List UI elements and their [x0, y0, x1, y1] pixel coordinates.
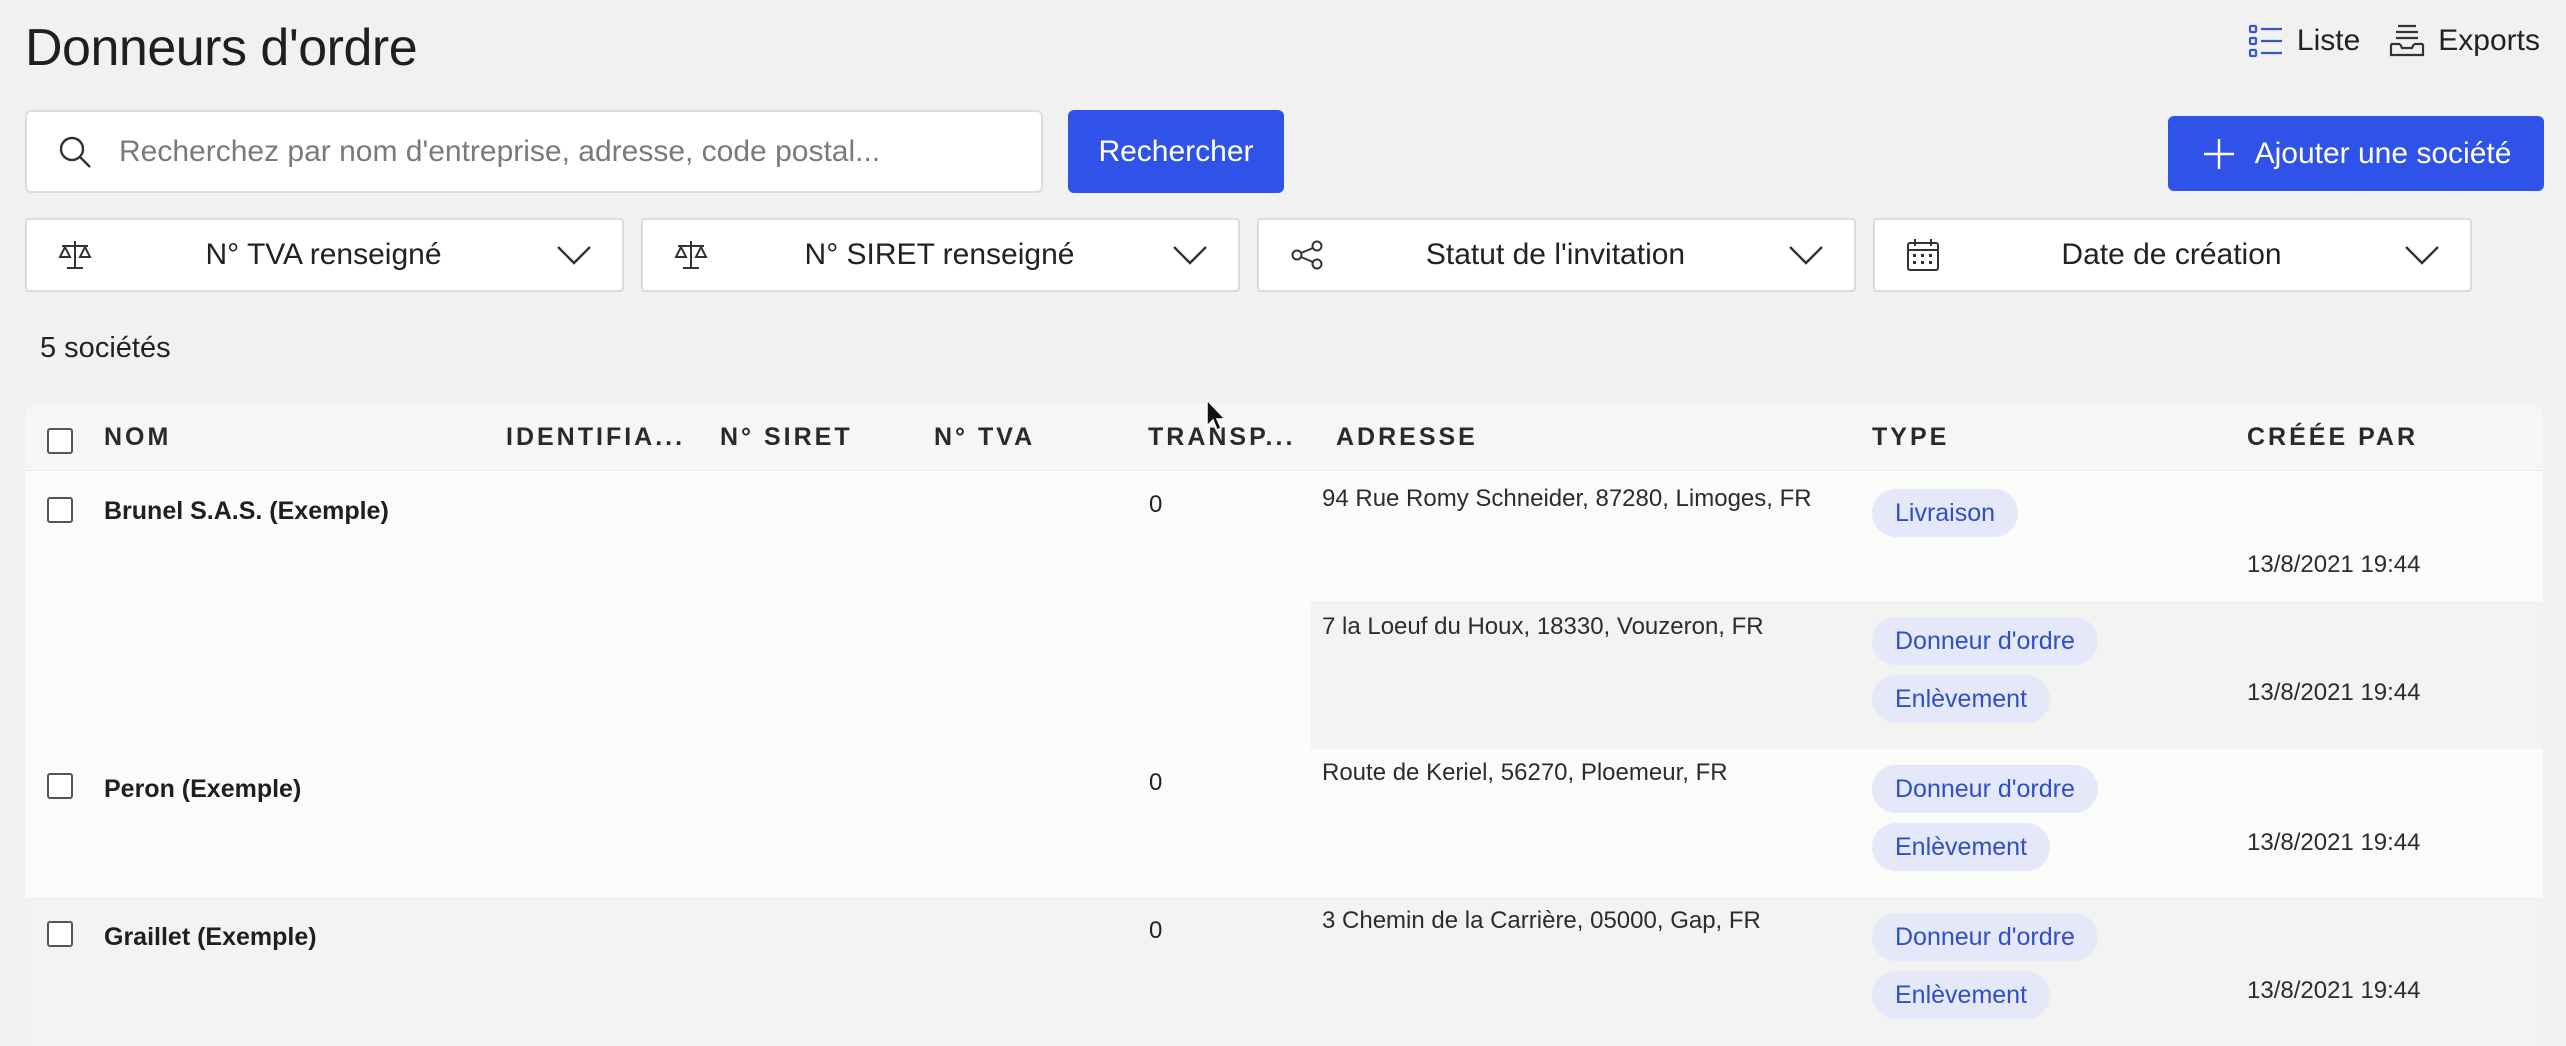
- type-badge: Donneur d'ordre: [1872, 765, 2098, 813]
- created-date: 13/8/2021 19:44: [2247, 977, 2421, 1004]
- scale-icon: [674, 241, 708, 269]
- created-date: 13/8/2021 19:44: [2247, 829, 2421, 856]
- filter-tva[interactable]: N° TVA renseigné: [25, 218, 624, 292]
- page-title: Donneurs d'ordre: [25, 19, 418, 77]
- address-text: 94 Rue Romy Schneider, 87280, Limoges, F…: [1322, 485, 1812, 512]
- search-icon: [59, 136, 91, 168]
- column-header-type[interactable]: TYPE: [1872, 423, 1949, 452]
- created-date: 13/8/2021 19:44: [2247, 551, 2421, 578]
- transport-count: 0: [1149, 491, 1163, 518]
- search-box: [25, 110, 1043, 193]
- search-button[interactable]: Rechercher: [1068, 110, 1284, 193]
- exports-label: Exports: [2438, 24, 2540, 57]
- scale-icon: [58, 241, 92, 269]
- transport-count: 0: [1149, 769, 1163, 796]
- row-checkbox[interactable]: [47, 773, 73, 799]
- type-badge: Enlèvement: [1872, 823, 2051, 871]
- plus-icon: [2203, 138, 2234, 169]
- chevron-down-icon: [2405, 246, 2439, 265]
- exports-link[interactable]: Exports: [2388, 22, 2540, 60]
- chevron-down-icon: [557, 246, 591, 265]
- company-name[interactable]: Brunel S.A.S. (Exemple): [104, 497, 389, 526]
- calendar-icon: [1907, 239, 1939, 271]
- table-header: NOM IDENTIFIA... N° SIRET N° TVA TRANSP.…: [25, 403, 2543, 471]
- row-checkbox[interactable]: [47, 921, 73, 947]
- column-header-tva[interactable]: N° TVA: [934, 423, 1035, 452]
- list-icon: [2248, 24, 2282, 58]
- share-icon: [1291, 240, 1323, 270]
- company-name[interactable]: Peron (Exemple): [104, 775, 301, 804]
- type-badge: Enlèvement: [1872, 971, 2051, 1019]
- transport-count: 0: [1149, 917, 1163, 944]
- add-company-button[interactable]: Ajouter une société: [2168, 116, 2544, 191]
- add-company-label: Ajouter une société: [2254, 136, 2512, 170]
- column-header-name[interactable]: NOM: [104, 423, 171, 452]
- mouse-cursor-icon: [1206, 398, 1227, 432]
- filter-siret-label: N° SIRET renseigné: [804, 238, 1075, 271]
- address-text: Route de Keriel, 56270, Ploemeur, FR: [1322, 759, 1728, 786]
- address-text: 3 Chemin de la Carrière, 05000, Gap, FR: [1322, 907, 1761, 934]
- table-row[interactable]: Brunel S.A.S. (Exemple) 0 94 Rue Romy Sc…: [25, 471, 2543, 749]
- company-name[interactable]: Graillet (Exemple): [104, 923, 317, 952]
- column-header-created-by[interactable]: CRÉÉE PAR: [2247, 423, 2418, 452]
- column-header-siret[interactable]: N° SIRET: [720, 423, 853, 452]
- exports-icon: [2390, 24, 2425, 57]
- table-row[interactable]: Graillet (Exemple) 0 3 Chemin de la Carr…: [25, 897, 2543, 1046]
- type-badge: Livraison: [1872, 489, 2019, 537]
- address-text: 7 la Loeuf du Houx, 18330, Vouzeron, FR: [1322, 613, 1764, 640]
- row-checkbox[interactable]: [47, 497, 73, 523]
- filter-creation-date[interactable]: Date de création: [1873, 218, 2472, 292]
- list-view-label: Liste: [2296, 24, 2361, 57]
- search-input[interactable]: [119, 134, 999, 169]
- type-badge: Donneur d'ordre: [1872, 913, 2098, 961]
- filter-creation-date-label: Date de création: [2061, 238, 2282, 271]
- type-badge: Enlèvement: [1872, 675, 2051, 723]
- table-row[interactable]: Peron (Exemple) 0 Route de Keriel, 56270…: [25, 749, 2543, 897]
- filter-siret[interactable]: N° SIRET renseigné: [641, 218, 1240, 292]
- companies-table: NOM IDENTIFIA... N° SIRET N° TVA TRANSP.…: [25, 403, 2543, 1046]
- list-view-link[interactable]: Liste: [2247, 22, 2360, 60]
- chevron-down-icon: [1173, 246, 1207, 265]
- top-links: Liste Exports: [2247, 22, 2540, 60]
- filter-invitation-status[interactable]: Statut de l'invitation: [1257, 218, 1856, 292]
- chevron-down-icon: [1789, 246, 1823, 265]
- filter-invitation-status-label: Statut de l'invitation: [1425, 238, 1686, 271]
- column-header-identifier[interactable]: IDENTIFIA...: [506, 423, 685, 452]
- column-header-address[interactable]: ADRESSE: [1336, 423, 1478, 452]
- results-count: 5 sociétés: [40, 332, 171, 364]
- type-badge: Donneur d'ordre: [1872, 617, 2098, 665]
- created-date: 13/8/2021 19:44: [2247, 679, 2421, 706]
- filter-tva-label: N° TVA renseigné: [205, 238, 442, 271]
- select-all-checkbox[interactable]: [47, 428, 73, 454]
